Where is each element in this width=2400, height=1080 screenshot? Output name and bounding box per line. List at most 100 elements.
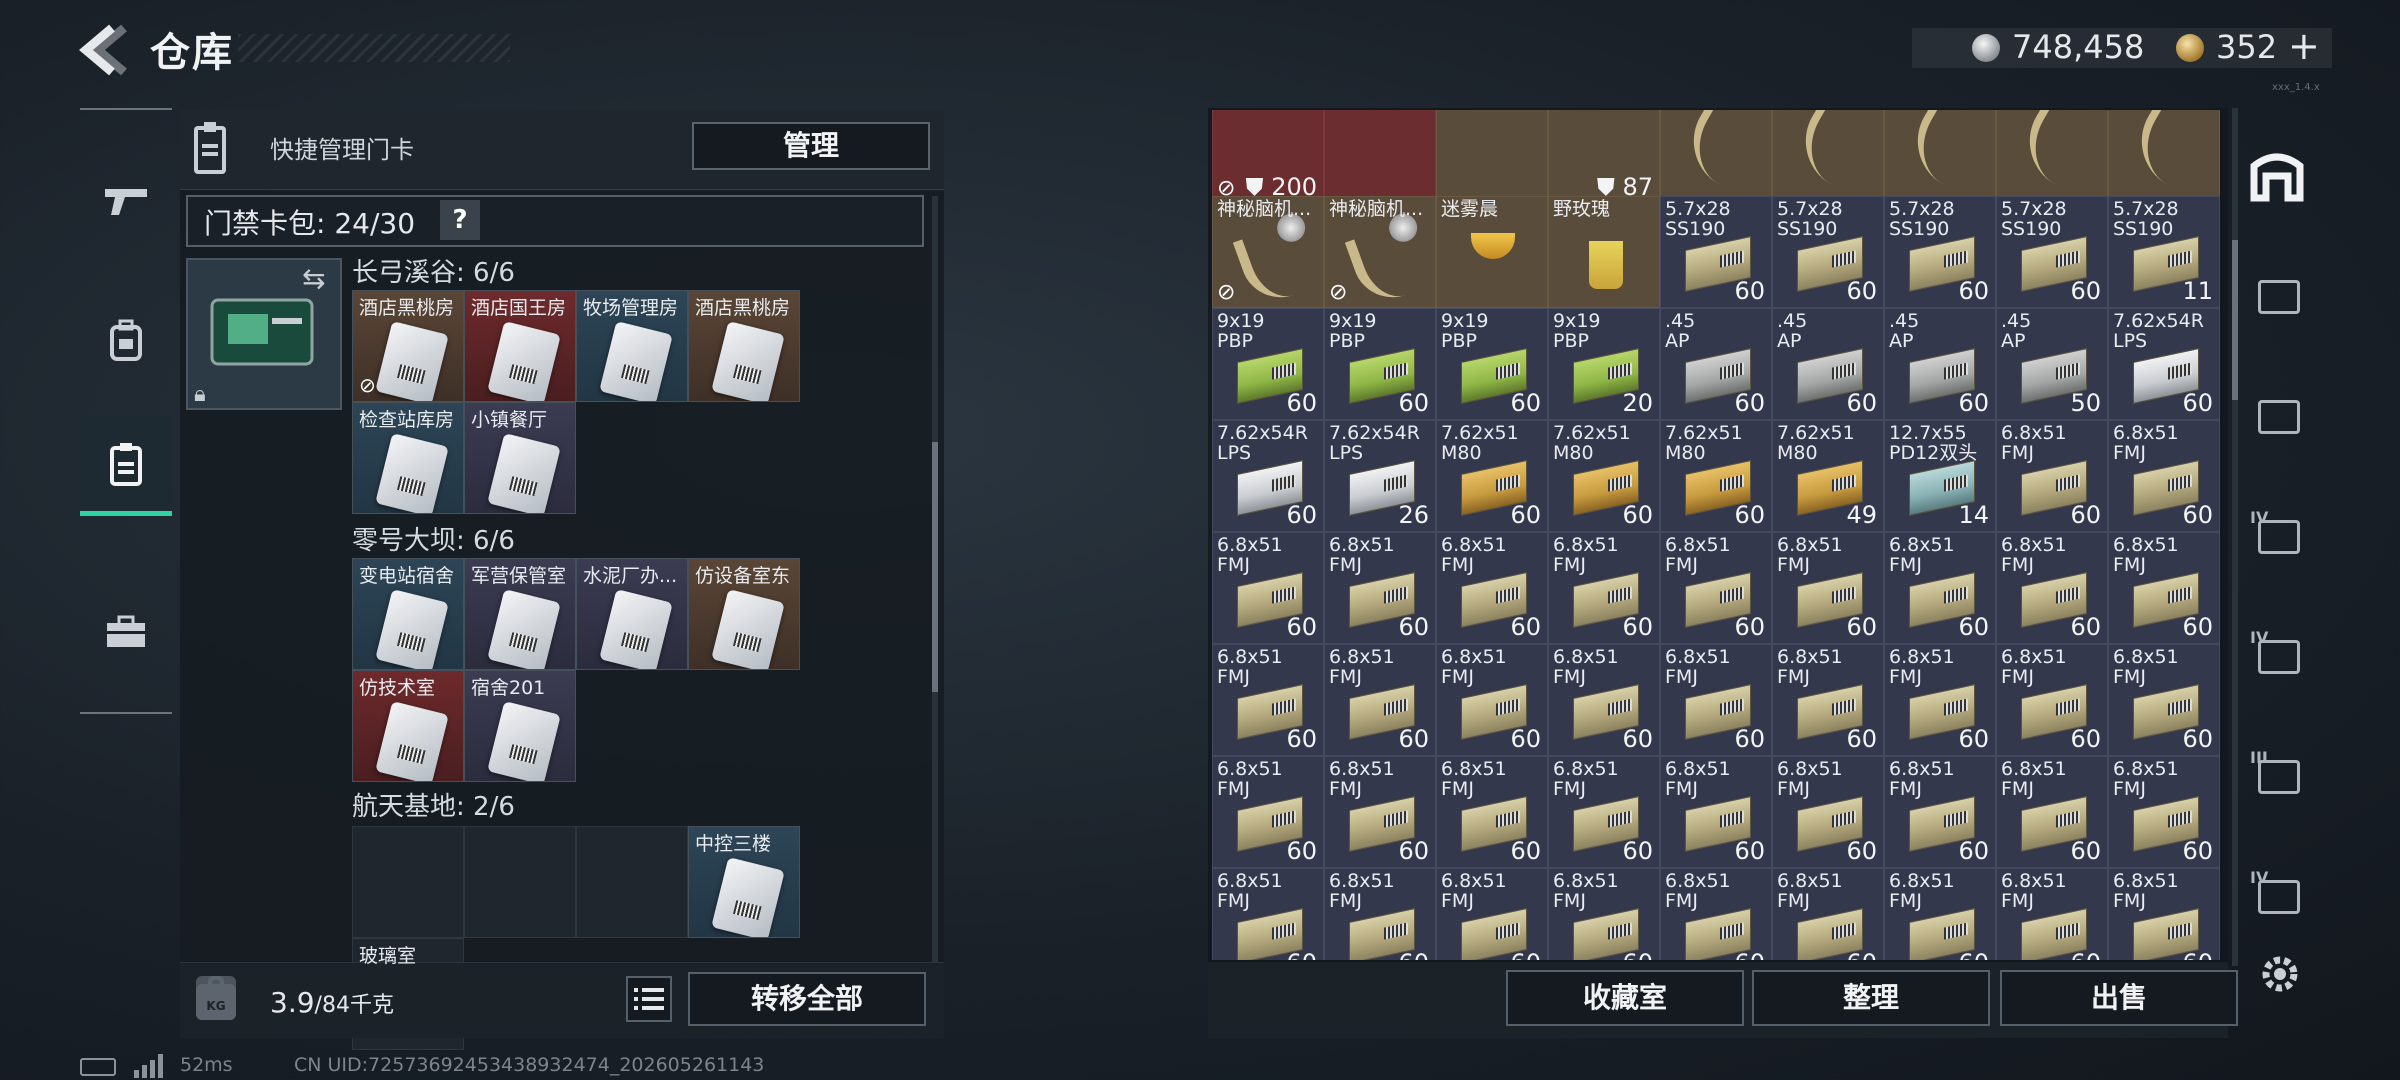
sell-button[interactable]: 出售 — [2000, 970, 2238, 1026]
inventory-item[interactable]: 7.62x51 M80 49 — [1772, 420, 1884, 532]
container-nav-item[interactable]: IV — [2246, 506, 2312, 572]
keycard-slot[interactable]: 酒店黑桃房 — [688, 290, 800, 402]
inventory-item[interactable]: 5.7x28 SS190 60 — [1772, 196, 1884, 308]
inventory-item[interactable]: 6.8x51 FMJ 60 — [1772, 756, 1884, 868]
keycard-slot[interactable]: 变电站宿舍 — [352, 558, 464, 670]
inventory-item[interactable]: 6.8x51 FMJ 60 — [1772, 868, 1884, 960]
inventory-item[interactable]: 7.62x51 M80 60 — [1436, 420, 1548, 532]
inventory-item[interactable]: 6.8x51 FMJ 60 — [1996, 420, 2108, 532]
inventory-item[interactable]: .45 AP 60 — [1884, 308, 1996, 420]
inventory-item[interactable]: 6.8x51 FMJ 60 — [1884, 756, 1996, 868]
settings-gear-icon[interactable] — [2256, 950, 2304, 998]
inventory-item[interactable]: 5.7x28 SS190 60 — [1660, 196, 1772, 308]
inventory-item[interactable]: 6.8x51 FMJ 60 — [1996, 756, 2108, 868]
inventory-item[interactable]: .45 AP 60 — [1660, 308, 1772, 420]
keycard-slot[interactable]: 酒店黑桃房 ⊘ — [352, 290, 464, 402]
inventory-item[interactable]: ⛊ 200 ⊘ — [1212, 110, 1324, 204]
nav-briefcase[interactable] — [80, 582, 172, 682]
inventory-item[interactable]: 6.8x51 FMJ 60 — [1548, 868, 1660, 960]
inventory-item[interactable] — [1996, 110, 2108, 204]
inventory-item[interactable]: 神秘脑机... ⊘ — [1212, 196, 1324, 308]
inventory-item[interactable]: 6.8x51 FMJ 60 — [1660, 644, 1772, 756]
inventory-item[interactable]: 12.7x55 PD12双头 14 — [1884, 420, 1996, 532]
inventory-item[interactable]: 6.8x51 FMJ 60 — [1548, 756, 1660, 868]
inventory-item[interactable]: 6.8x51 FMJ 60 — [2108, 756, 2220, 868]
inventory-item[interactable]: 6.8x51 FMJ 60 — [1996, 532, 2108, 644]
keycard-slot[interactable]: 牧场管理房 — [576, 290, 688, 402]
inventory-item[interactable]: 7.62x54R LPS 60 — [2108, 308, 2220, 420]
inventory-item[interactable]: 6.8x51 FMJ 60 — [1324, 868, 1436, 960]
organize-button[interactable]: 整理 — [1752, 970, 1990, 1026]
inventory-item[interactable]: 7.62x51 M80 60 — [1548, 420, 1660, 532]
inventory-item[interactable]: 6.8x51 FMJ 60 — [1660, 868, 1772, 960]
container-nav-item[interactable] — [2246, 266, 2312, 332]
empty-keycard-slot[interactable] — [464, 826, 576, 938]
inventory-item[interactable]: 6.8x51 FMJ 60 — [1324, 532, 1436, 644]
inventory-item[interactable]: 6.8x51 FMJ 60 — [1436, 868, 1548, 960]
stash-home-icon[interactable] — [2248, 146, 2306, 204]
inventory-item[interactable] — [1772, 110, 1884, 204]
container-nav-item[interactable]: IV — [2246, 866, 2312, 932]
inventory-item[interactable]: 6.8x51 FMJ 60 — [1884, 532, 1996, 644]
inventory-item[interactable] — [1884, 110, 1996, 204]
inventory-item[interactable]: 6.8x51 FMJ 60 — [1660, 756, 1772, 868]
keycard-slot[interactable]: 酒店国王房 — [464, 290, 576, 402]
keycard-slot[interactable]: 中控三楼 — [688, 826, 800, 938]
inventory-item[interactable]: 6.8x51 FMJ 60 — [1884, 868, 1996, 960]
keycard-slot[interactable]: 宿舍201 — [464, 670, 576, 782]
inventory-item[interactable] — [1324, 110, 1436, 204]
inventory-item[interactable]: 6.8x51 FMJ 60 — [2108, 644, 2220, 756]
inventory-item[interactable]: 6.8x51 FMJ 60 — [1772, 644, 1884, 756]
scrollbar-thumb[interactable] — [932, 442, 938, 692]
keycard-slot[interactable]: 仿技术室 — [352, 670, 464, 782]
inventory-item[interactable]: 9x19 PBP 20 — [1548, 308, 1660, 420]
nav-keycards[interactable] — [80, 416, 172, 516]
container-nav-item[interactable]: IV — [2246, 626, 2312, 692]
inventory-item[interactable]: 7.62x54R LPS 60 — [1212, 420, 1324, 532]
inventory-item[interactable]: 6.8x51 FMJ 60 — [1436, 644, 1548, 756]
inventory-item[interactable]: 5.7x28 SS190 60 — [1884, 196, 1996, 308]
inventory-item[interactable]: 6.8x51 FMJ 60 — [1548, 644, 1660, 756]
add-currency-button[interactable]: + — [2288, 24, 2320, 68]
inventory-item[interactable]: 神秘脑机... ⊘ — [1324, 196, 1436, 308]
inventory-item[interactable]: 迷雾晨 — [1436, 196, 1548, 308]
empty-keycard-slot[interactable] — [352, 826, 464, 938]
inventory-item[interactable]: 6.8x51 FMJ 60 — [2108, 420, 2220, 532]
swap-icon[interactable]: ⇆ — [302, 262, 325, 295]
inventory-item[interactable]: 7.62x51 M80 60 — [1660, 420, 1772, 532]
keycard-slot[interactable]: 水泥厂办... — [576, 558, 688, 670]
inventory-item[interactable]: 6.8x51 FMJ 60 — [1212, 532, 1324, 644]
keycard-slot[interactable]: 仿设备室东 — [688, 558, 800, 670]
inventory-item[interactable]: 6.8x51 FMJ 60 — [2108, 532, 2220, 644]
list-view-button[interactable] — [626, 976, 672, 1022]
inventory-item[interactable]: 野玫瑰 — [1548, 196, 1660, 308]
nav-weapons[interactable] — [80, 150, 172, 250]
inventory-item[interactable]: 6.8x51 FMJ 60 — [1548, 532, 1660, 644]
inventory-item[interactable]: 6.8x51 FMJ 60 — [1884, 644, 1996, 756]
scrollbar-thumb[interactable] — [2232, 240, 2238, 400]
inventory-item[interactable]: 6.8x51 FMJ 60 — [1212, 868, 1324, 960]
back-arrow-icon[interactable] — [78, 22, 128, 78]
scrollbar-track[interactable] — [2232, 108, 2238, 966]
help-button[interactable]: ? — [440, 200, 480, 240]
inventory-item[interactable]: 6.8x51 FMJ 60 — [1324, 756, 1436, 868]
manage-button[interactable]: 管理 — [692, 122, 930, 170]
inventory-item[interactable]: 6.8x51 FMJ 60 — [1772, 532, 1884, 644]
keycard-slot[interactable]: 军营保管室 — [464, 558, 576, 670]
inventory-item[interactable]: 9x19 PBP 60 — [1324, 308, 1436, 420]
empty-keycard-slot[interactable] — [576, 826, 688, 938]
inventory-item[interactable]: 6.8x51 FMJ 60 — [1996, 644, 2108, 756]
inventory-item[interactable] — [1660, 110, 1772, 204]
inventory-item[interactable]: 5.7x28 SS190 11 — [2108, 196, 2220, 308]
container-nav-item[interactable] — [2246, 386, 2312, 452]
inventory-item[interactable]: 6.8x51 FMJ 60 — [1436, 532, 1548, 644]
inventory-item[interactable]: 9x19 PBP 60 — [1212, 308, 1324, 420]
inventory-item[interactable]: 6.8x51 FMJ 60 — [1212, 756, 1324, 868]
inventory-item[interactable]: 6.8x51 FMJ 60 — [2108, 868, 2220, 960]
inventory-item[interactable]: 6.8x51 FMJ 60 — [1436, 756, 1548, 868]
transfer-all-button[interactable]: 转移全部 — [688, 972, 926, 1026]
inventory-item[interactable]: .45 AP 50 — [1996, 308, 2108, 420]
container-nav-item[interactable]: III — [2246, 746, 2312, 812]
inventory-item[interactable]: 9x19 PBP 60 — [1436, 308, 1548, 420]
keycard-slot[interactable]: 小镇餐厅 — [464, 402, 576, 514]
